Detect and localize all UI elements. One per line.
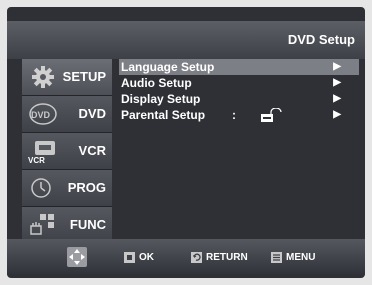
tab-setup-label: SETUP <box>62 69 106 84</box>
menu-item-audio-setup[interactable]: Audio Setup ▶ <box>119 75 359 91</box>
menu-item-label: Audio Setup <box>121 76 192 90</box>
arrow-right-icon: ▶ <box>333 93 341 104</box>
vcr-icon: VCR <box>28 141 55 164</box>
ok-hint: OK <box>124 252 154 263</box>
tab-dvd[interactable]: DVD DVD <box>22 96 112 133</box>
menu-item-language-setup[interactable]: Language Setup ▶ <box>119 59 359 75</box>
menu-label: MENU <box>286 252 316 263</box>
svg-text:VCR: VCR <box>28 156 45 164</box>
tab-setup[interactable]: SETUP <box>22 59 112 96</box>
gear-icon <box>32 66 54 88</box>
menu-item-label: Parental Setup <box>121 108 206 122</box>
dvd-icon: DVD <box>29 103 57 125</box>
ok-label: OK <box>139 252 154 263</box>
tab-vcr-label: VCR <box>78 143 106 158</box>
menu-icon <box>271 252 282 263</box>
menu-item-separator: : <box>232 108 236 122</box>
menu-item-display-setup[interactable]: Display Setup ▶ <box>119 91 359 107</box>
return-hint: RETURN <box>191 252 248 263</box>
svg-text:DVD: DVD <box>31 110 51 120</box>
bottom-bar: OK RETURN MENU <box>7 239 365 275</box>
tab-prog[interactable]: PROG <box>22 170 112 207</box>
arrow-right-icon: ▶ <box>333 109 341 120</box>
navigation-pad-icon <box>67 247 87 267</box>
tab-func-label: FUNC <box>69 217 106 232</box>
lock-icon <box>261 108 282 122</box>
tab-vcr[interactable]: VCR VCR <box>22 133 112 170</box>
return-icon <box>191 252 202 263</box>
function-icon <box>30 214 54 235</box>
ok-icon <box>124 252 135 263</box>
setup-screen: DVD Setup SETUP DVD DVD VCR VCR PROG FUN… <box>7 7 365 278</box>
tab-dvd-label: DVD <box>78 106 106 121</box>
title-bar: DVD Setup <box>7 21 365 59</box>
arrow-right-icon: ▶ <box>333 61 341 72</box>
return-label: RETURN <box>206 252 248 263</box>
menu-hint: MENU <box>271 252 315 263</box>
menu-item-label: Language Setup <box>121 60 215 74</box>
tab-prog-label: PROG <box>67 180 106 195</box>
clock-icon <box>31 178 51 198</box>
menu-item-label: Display Setup <box>121 92 201 106</box>
page-title: DVD Setup <box>287 32 355 47</box>
setup-menu: Language Setup ▶ Audio Setup ▶ Display S… <box>119 59 359 234</box>
menu-item-parental-setup[interactable]: Parental Setup : ▶ <box>119 107 359 123</box>
sidebar: SETUP DVD DVD VCR VCR PROG FUNC <box>22 59 112 244</box>
arrow-right-icon: ▶ <box>333 77 341 88</box>
